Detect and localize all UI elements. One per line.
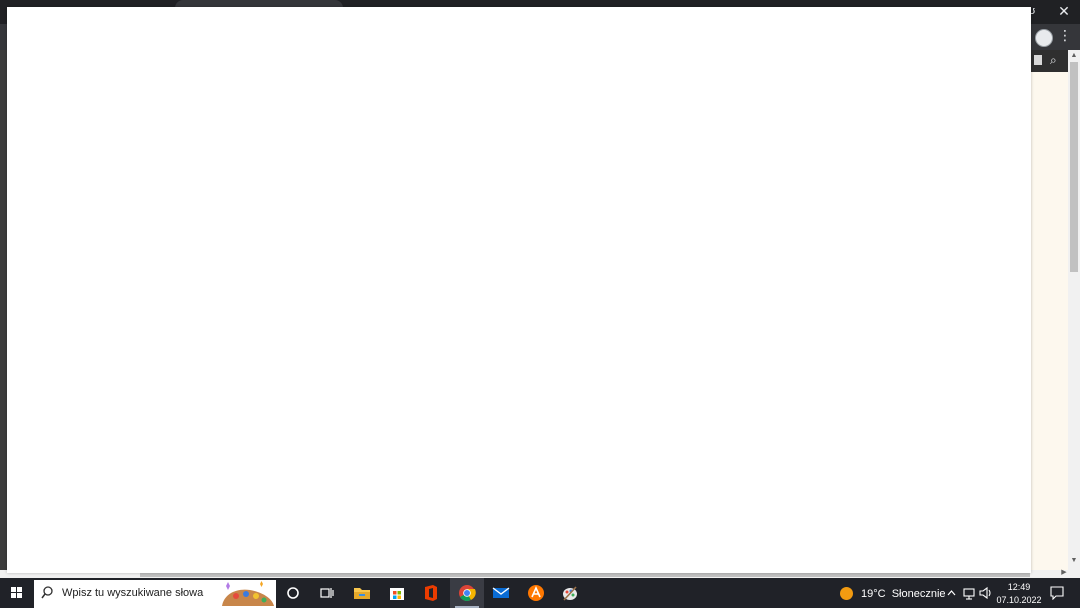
store-icon — [390, 588, 404, 600]
task-view-icon — [320, 588, 334, 598]
vertical-scrollbar-thumb[interactable] — [1070, 62, 1078, 272]
chrome-button[interactable] — [450, 578, 484, 608]
weather-condition: Słonecznie — [891, 588, 946, 600]
file-explorer-button[interactable] — [345, 578, 379, 608]
network-icon[interactable] — [962, 585, 976, 605]
search-placeholder[interactable]: Wpisz tu wyszukiwane słowa — [62, 587, 203, 599]
clock-date: 07.10.2022 — [996, 595, 1042, 605]
search-icon — [41, 586, 53, 599]
scroll-up-arrow-icon[interactable]: ▲ — [1068, 52, 1080, 59]
mail-button[interactable] — [484, 578, 518, 608]
scroll-down-arrow-icon[interactable]: ▼ — [1068, 557, 1080, 564]
browser-menu-icon[interactable]: ⋮ — [1058, 27, 1072, 44]
panel-box-icon[interactable] — [1034, 55, 1042, 65]
cortana-button[interactable] — [276, 578, 310, 608]
weather-temperature: 19°C — [861, 588, 886, 600]
sun-icon[interactable] — [840, 587, 853, 600]
avast-icon — [528, 585, 544, 601]
profile-avatar-icon[interactable] — [1035, 29, 1053, 47]
scroll-right-arrow-icon[interactable]: ▶ — [1058, 568, 1070, 576]
paint-button[interactable] — [553, 578, 587, 608]
search-highlight-illustration-icon[interactable] — [216, 580, 276, 608]
task-view-button[interactable] — [310, 578, 344, 608]
microsoft-store-button[interactable] — [380, 578, 414, 608]
mail-icon — [492, 587, 510, 598]
avast-button[interactable] — [519, 578, 553, 608]
chevron-up-icon[interactable] — [946, 585, 957, 605]
office-icon — [425, 585, 437, 601]
clock-time: 12:49 — [1007, 582, 1031, 592]
side-panel — [1031, 50, 1068, 570]
circle-icon — [287, 587, 299, 599]
close-window-icon[interactable]: ✕ — [1052, 2, 1076, 20]
office-button[interactable] — [414, 578, 448, 608]
blank-overlay-panel — [7, 7, 1031, 573]
notification-center-icon[interactable] — [1050, 586, 1064, 600]
panel-search-icon[interactable]: ⌕ — [1050, 53, 1057, 68]
start-button[interactable] — [0, 578, 34, 608]
chrome-icon — [459, 585, 476, 601]
folder-icon — [354, 588, 370, 599]
volume-icon[interactable] — [978, 585, 994, 605]
weather-widget[interactable]: 19°C Słonecznie — [861, 588, 946, 600]
paint-icon — [563, 586, 577, 601]
